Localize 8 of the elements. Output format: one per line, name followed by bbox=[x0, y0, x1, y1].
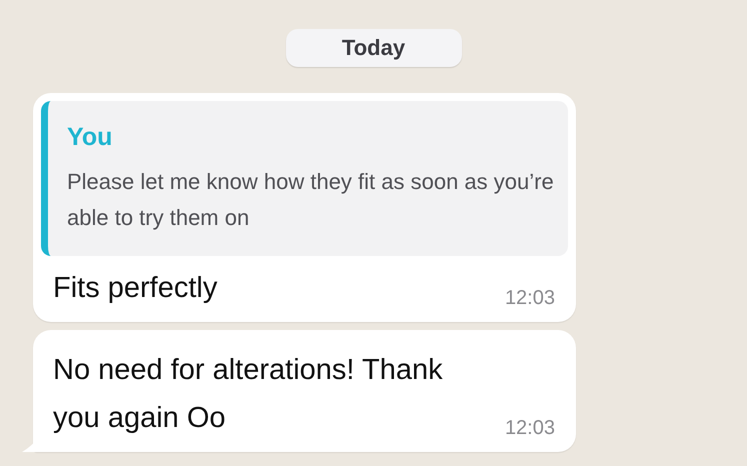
quote-text: Please let me know how they fit as soon as you’re able to try them on bbox=[67, 168, 555, 232]
quoted-message[interactable]: You Please let me know how they fit as soon as you’re able to try them on bbox=[41, 101, 568, 256]
date-chip: Today bbox=[286, 29, 462, 67]
message-time: 12:03 bbox=[504, 287, 555, 311]
message-text: No need for alterations! Thank you again Oo bbox=[53, 353, 444, 436]
message-text: Fits perfectly bbox=[53, 271, 218, 306]
quote-author: You bbox=[67, 123, 114, 152]
message-time: 12:03 bbox=[504, 417, 555, 441]
